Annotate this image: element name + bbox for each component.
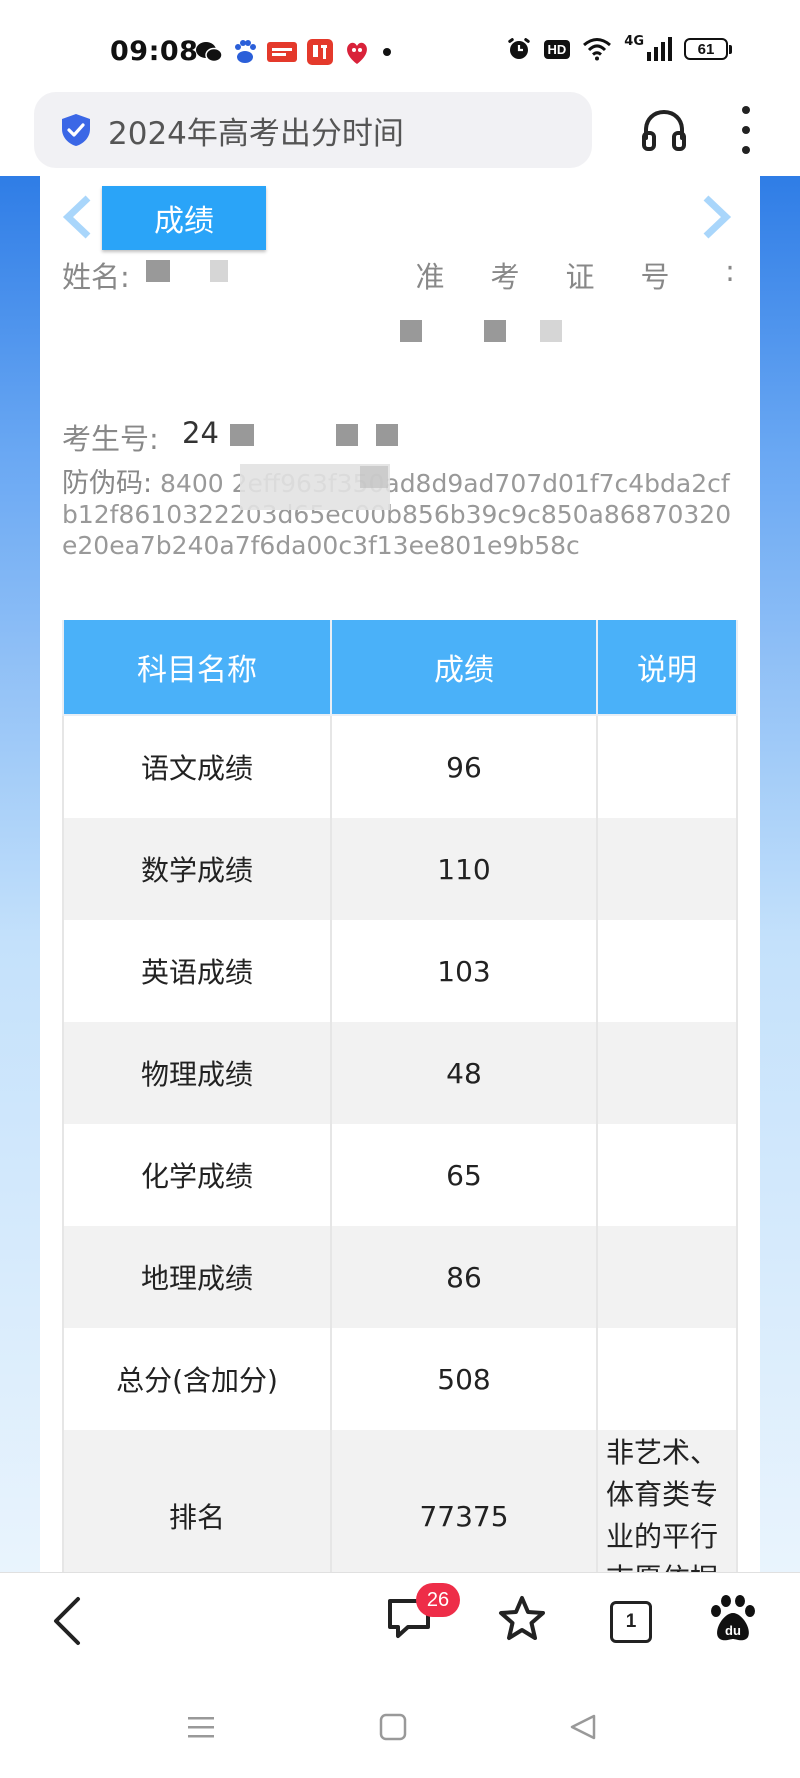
anti-fake-code-value: 8400 2eff963f350ad8d9ad707d01f7c4bda2cfb…: [62, 469, 732, 560]
note-cell: [596, 1226, 738, 1328]
table-row: 地理成绩 86: [62, 1226, 738, 1328]
notification-icons: [195, 38, 393, 66]
alarm-icon: [506, 36, 532, 62]
hd-icon: HD: [543, 39, 571, 59]
more-menu-icon[interactable]: [736, 106, 756, 154]
menu-icon[interactable]: [186, 1712, 216, 1742]
chevron-left-icon[interactable]: [60, 194, 94, 244]
toutiao-icon: [267, 42, 297, 62]
tab-count: 1: [610, 1601, 652, 1643]
score-cell: 508: [330, 1328, 598, 1430]
table-header-row: 科目名称 成绩 说明: [62, 620, 738, 716]
header-note: 说明: [596, 620, 738, 716]
home-icon[interactable]: [378, 1712, 408, 1742]
table-row: 排名 77375 非艺术、体育类专业的平行志愿依据: [62, 1430, 738, 1572]
score-table: 科目名称 成绩 说明 语文成绩 96 数学成绩 110 英语成绩 103 物理成…: [62, 620, 738, 1572]
score-cell: 65: [330, 1124, 598, 1226]
name-label: 姓名:: [62, 260, 130, 294]
anti-fake-code-label: 防伪码:: [62, 468, 153, 499]
back-triangle-icon[interactable]: [568, 1712, 598, 1742]
system-status: HD 4G 61: [506, 33, 732, 62]
redacted-name: [146, 260, 170, 282]
subject-cell: 化学成绩: [62, 1124, 332, 1226]
618-icon: [343, 38, 371, 66]
table-row: 数学成绩 110: [62, 818, 738, 920]
subject-cell: 物理成绩: [62, 1022, 332, 1124]
table-row: 总分(含加分) 508: [62, 1328, 738, 1430]
wechat-icon: [195, 40, 223, 64]
star-icon[interactable]: [496, 1593, 548, 1645]
candidate-number-label: 考生号:: [62, 422, 159, 456]
anti-fake-code: 防伪码: 8400 2eff963f350ad8d9ad707d01f7c4bd…: [62, 468, 738, 561]
score-cell: 86: [330, 1226, 598, 1328]
network-type: 4G: [624, 33, 644, 49]
redacted-admission-number: [400, 320, 422, 342]
tab-score[interactable]: 成绩: [102, 186, 266, 250]
table-row: 物理成绩 48: [62, 1022, 738, 1124]
address-bar[interactable]: 2024年高考出分时间: [34, 92, 592, 168]
address-text: 2024年高考出分时间: [108, 115, 404, 152]
subject-cell: 地理成绩: [62, 1226, 332, 1328]
header-score: 成绩: [330, 620, 598, 716]
system-navigation-bar: [0, 1680, 800, 1778]
status-bar: 09:08 HD 4G 61: [0, 0, 800, 92]
score-cell: 77375: [330, 1430, 598, 1572]
subject-cell: 数学成绩: [62, 818, 332, 920]
score-cell: 48: [330, 1022, 598, 1124]
subject-cell: 语文成绩: [62, 715, 332, 818]
score-cell: 96: [330, 715, 598, 818]
battery-level: 61: [684, 38, 728, 60]
admission-number-label: 准 考 证 号 :: [415, 254, 735, 294]
note-cell: [596, 715, 738, 818]
shield-icon: [60, 113, 92, 147]
chevron-right-icon[interactable]: [700, 194, 734, 244]
note-cell: [596, 1124, 738, 1226]
clock-time: 09:08: [110, 36, 199, 67]
redacted-candidate-number: [230, 424, 254, 446]
note-cell: [596, 1328, 738, 1430]
browser-bottom-nav: 26 1 du: [0, 1572, 800, 1681]
candidate-number-value: 24: [182, 416, 219, 450]
subject-cell: 英语成绩: [62, 920, 332, 1022]
signal-icon: [646, 37, 672, 61]
ting-icon: [307, 39, 333, 65]
more-notifications-icon: [381, 46, 393, 58]
headphone-icon[interactable]: [640, 106, 688, 158]
table-row: 化学成绩 65: [62, 1124, 738, 1226]
tabs-icon[interactable]: 1: [610, 1601, 652, 1643]
note-cell: [596, 1022, 738, 1124]
subject-cell: 排名: [62, 1430, 332, 1572]
header-subject: 科目名称: [62, 620, 332, 716]
table-row: 英语成绩 103: [62, 920, 738, 1022]
baidu-icon: [233, 39, 257, 65]
score-cell: 110: [330, 818, 598, 920]
note-cell: 非艺术、体育类专业的平行志愿依据: [596, 1430, 738, 1572]
note-cell: [596, 818, 738, 920]
baidu-paw-icon[interactable]: du: [708, 1593, 758, 1645]
wifi-icon: [582, 37, 612, 61]
score-card: 成绩 姓名: 准 考 证 号 : 考生号: 24 防伪码: 8400 2eff9…: [40, 176, 760, 1572]
browser-toolbar: 2024年高考出分时间: [0, 92, 800, 176]
back-icon[interactable]: [50, 1593, 84, 1649]
svg-text:du: du: [725, 1623, 741, 1638]
table-row: 语文成绩 96: [62, 715, 738, 818]
subject-cell: 总分(含加分): [62, 1328, 332, 1430]
battery-icon: 61: [684, 38, 732, 60]
comment-count-badge: 26: [416, 1583, 460, 1617]
score-cell: 103: [330, 920, 598, 1022]
note-cell: [596, 920, 738, 1022]
